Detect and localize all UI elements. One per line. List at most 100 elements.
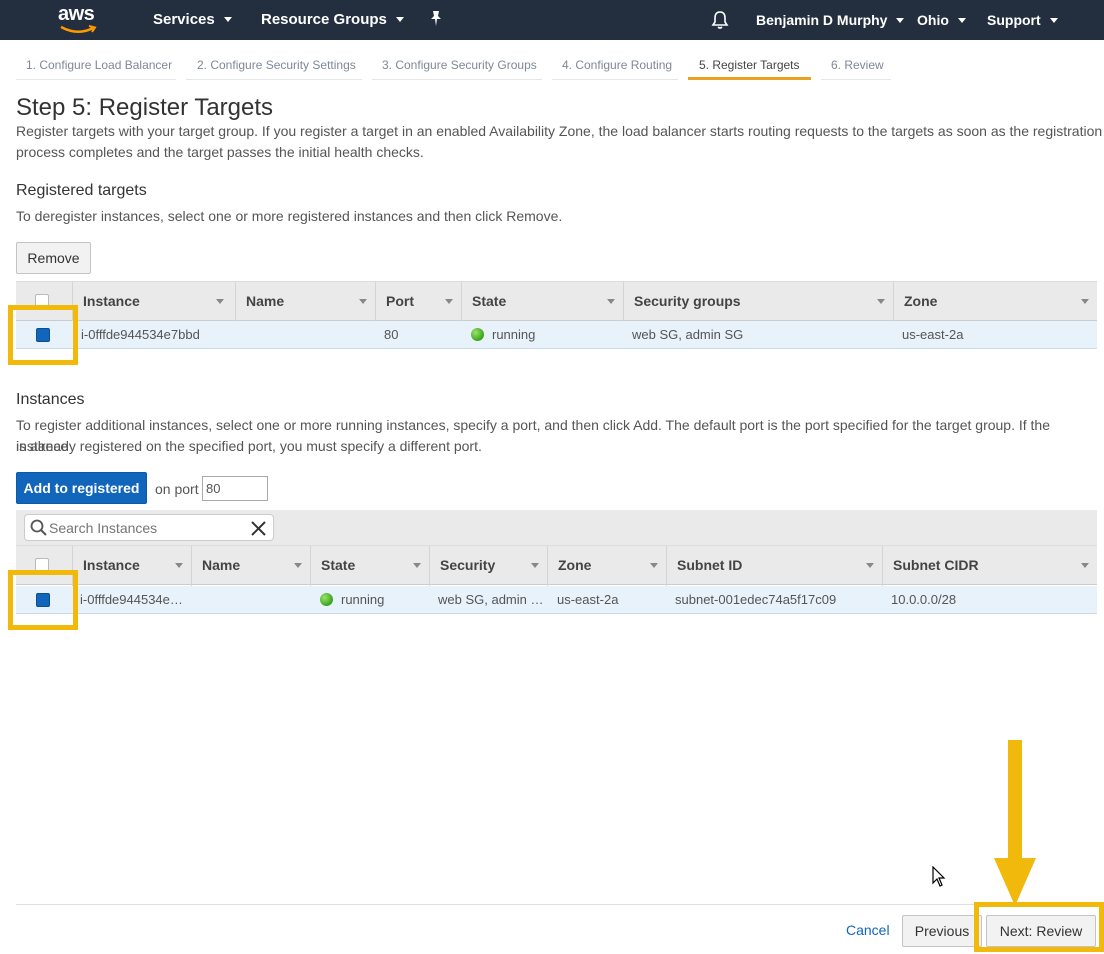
next-button-highlight	[974, 902, 1104, 952]
column-header-port[interactable]: Port	[375, 282, 461, 322]
column-label: Zone	[904, 293, 938, 309]
registered-targets-heading: Registered targets	[16, 182, 147, 199]
page-description-line-2: process completes and the target passes …	[16, 144, 424, 160]
clear-search-icon[interactable]	[251, 521, 266, 536]
sort-caret-icon	[866, 563, 874, 568]
column-label: State	[321, 557, 356, 573]
instances-help-line-2: is already registered on the specified p…	[16, 438, 482, 454]
registered-table-row[interactable]: i-0fffde944534e7bbd 80 running web SG, a…	[16, 321, 1097, 349]
status-running-icon	[320, 593, 333, 606]
column-label: Zone	[558, 557, 592, 573]
state-label: running	[341, 592, 385, 607]
tab-configure-security-groups[interactable]: 3. Configure Security Groups	[372, 54, 542, 80]
tab-configure-load-balancer[interactable]: 1. Configure Load Balancer	[16, 54, 176, 80]
cell-zone: us-east-2a	[557, 592, 619, 607]
tab-configure-routing[interactable]: 4. Configure Routing	[552, 54, 678, 80]
user-name: Benjamin D Murphy	[756, 12, 888, 28]
column-label: Security	[440, 557, 496, 573]
aws-logo-text: aws	[58, 3, 95, 25]
aws-smile-icon	[60, 25, 97, 33]
instances-table-header: Instance Name State Security Zone Subnet…	[16, 545, 1097, 586]
column-label: Instance	[83, 557, 140, 573]
column-header-zone[interactable]: Zone	[893, 282, 1097, 322]
column-header-subnet-cidr[interactable]: Subnet CIDR	[882, 546, 1097, 586]
chevron-down-icon	[395, 16, 404, 22]
column-label: Instance	[83, 293, 140, 309]
column-header-instance[interactable]: Instance	[72, 546, 191, 586]
add-to-registered-button[interactable]: Add to registered	[16, 472, 147, 504]
tab-configure-security-settings[interactable]: 2. Configure Security Settings	[186, 54, 362, 80]
column-label: Name	[246, 293, 285, 309]
chevron-down-icon	[896, 17, 905, 23]
region-menu[interactable]: Ohio	[917, 12, 966, 28]
column-header-subnet-id[interactable]: Subnet ID	[666, 546, 882, 586]
column-label: Port	[386, 293, 414, 309]
chevron-down-icon	[1049, 17, 1058, 23]
cell-port: 80	[384, 327, 399, 342]
services-menu[interactable]: Services	[153, 11, 232, 28]
sort-caret-icon	[1081, 563, 1089, 568]
sort-caret-icon	[294, 563, 302, 568]
resource-groups-menu[interactable]: Resource Groups	[261, 11, 404, 28]
column-header-state[interactable]: State	[310, 546, 429, 586]
sort-caret-icon	[175, 563, 183, 568]
column-header-zone[interactable]: Zone	[547, 546, 666, 586]
cell-subnet-cidr: 10.0.0.0/28	[891, 592, 957, 607]
previous-button[interactable]: Previous	[902, 915, 982, 947]
aws-logo[interactable]: aws	[58, 4, 100, 36]
port-input[interactable]	[202, 476, 268, 501]
page-description-line-1: Register targets with your target group.…	[16, 123, 1103, 139]
down-arrow-icon	[994, 740, 1036, 906]
column-label: Subnet CIDR	[893, 557, 979, 573]
column-header-name[interactable]: Name	[235, 282, 375, 322]
cell-subnet-id: subnet-001edec74a5f17c09	[675, 592, 837, 607]
tab-register-targets[interactable]: 5. Register Targets	[688, 54, 811, 80]
sort-caret-icon	[531, 563, 539, 568]
page-title: Step 5: Register Targets	[16, 94, 274, 121]
tab-review[interactable]: 6. Review	[821, 54, 891, 80]
on-port-label: on port	[155, 481, 199, 497]
footer-divider	[16, 904, 1104, 905]
chevron-down-icon	[957, 17, 966, 23]
resource-groups-label: Resource Groups	[261, 11, 387, 28]
cell-zone: us-east-2a	[902, 327, 964, 342]
search-input[interactable]	[49, 518, 239, 538]
column-label: State	[472, 293, 507, 309]
sort-caret-icon	[359, 299, 367, 304]
instance-checkbox-highlight	[8, 570, 78, 630]
search-icon	[30, 519, 47, 536]
bell-icon[interactable]	[711, 10, 729, 30]
support-menu[interactable]: Support	[987, 12, 1058, 28]
user-menu[interactable]: Benjamin D Murphy	[756, 12, 905, 28]
sort-caret-icon	[607, 299, 615, 304]
registered-table-header: Instance Name Port State Security groups…	[16, 281, 1097, 322]
column-header-instance[interactable]: Instance	[72, 282, 232, 322]
sort-caret-icon	[1081, 299, 1089, 304]
chevron-down-icon	[223, 16, 232, 22]
registered-checkbox-highlight	[8, 305, 78, 365]
cell-security: web SG, admin …	[438, 592, 544, 607]
sort-caret-icon	[413, 563, 421, 568]
instances-table-row[interactable]: i-0fffde944534e… running web SG, admin ……	[16, 586, 1097, 614]
cell-state: running	[471, 327, 535, 342]
services-label: Services	[153, 11, 215, 28]
mouse-cursor-icon	[932, 866, 946, 887]
support-label: Support	[987, 12, 1041, 28]
instances-heading: Instances	[16, 391, 85, 408]
region-label: Ohio	[917, 12, 949, 28]
column-header-name[interactable]: Name	[191, 546, 310, 586]
cell-state: running	[320, 592, 384, 607]
search-box[interactable]	[24, 514, 274, 541]
column-header-security[interactable]: Security	[429, 546, 547, 586]
top-navigation-bar: aws Services Resource Groups Benjamin D …	[0, 0, 1104, 40]
remove-button[interactable]: Remove	[16, 242, 91, 274]
cancel-link[interactable]: Cancel	[846, 922, 890, 938]
column-label: Security groups	[634, 293, 741, 309]
column-label: Name	[202, 557, 241, 573]
cell-instance: i-0fffde944534e7bbd	[81, 327, 200, 342]
column-header-state[interactable]: State	[461, 282, 623, 322]
column-label: Subnet ID	[677, 557, 743, 573]
pin-icon[interactable]	[428, 10, 444, 28]
column-header-security-groups[interactable]: Security groups	[623, 282, 893, 322]
cell-instance: i-0fffde944534e…	[80, 592, 183, 607]
